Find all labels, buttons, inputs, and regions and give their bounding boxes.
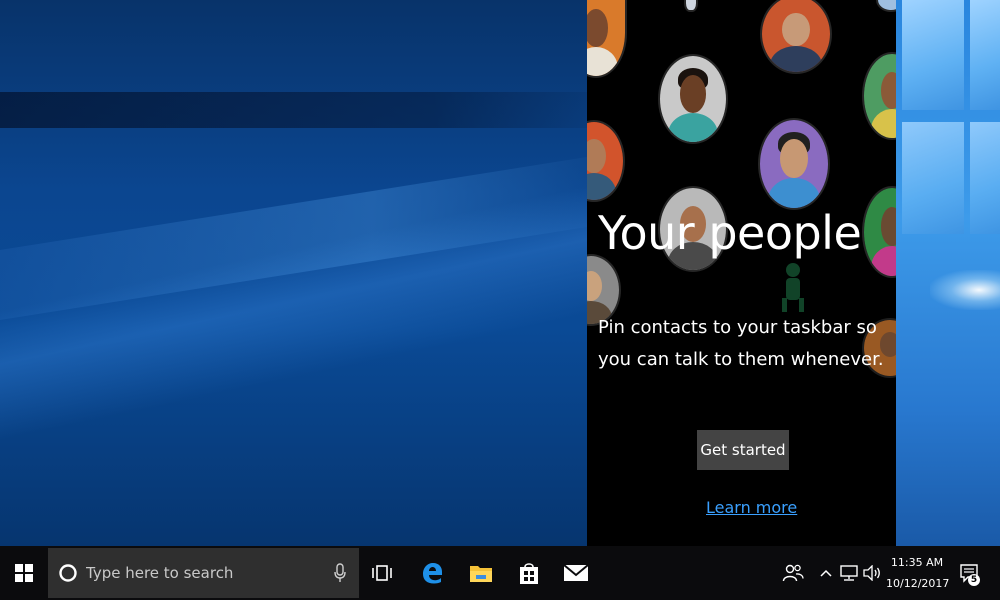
search-input[interactable]	[86, 548, 316, 598]
windows-logo-icon	[15, 564, 33, 582]
action-center-button[interactable]	[952, 546, 986, 600]
contact-avatar	[587, 0, 627, 78]
person-silhouette-icon	[782, 263, 804, 312]
edge-icon	[423, 563, 442, 584]
contact-avatar	[862, 52, 896, 140]
wallpaper-window-pane	[970, 122, 1000, 234]
network-tray-button[interactable]	[838, 546, 860, 600]
people-flyout: Your people Pin contacts to your taskbar…	[587, 0, 896, 546]
network-icon	[840, 565, 858, 581]
wallpaper-window-pane	[970, 0, 1000, 110]
task-view-button[interactable]	[359, 546, 405, 600]
contact-avatar	[760, 0, 832, 74]
learn-more-link[interactable]: Learn more	[706, 498, 797, 517]
wallpaper-window-pane	[902, 0, 964, 110]
wallpaper-light-beam	[0, 92, 620, 128]
contact-avatar	[862, 186, 896, 278]
wallpaper-light-flare	[930, 270, 1000, 310]
wallpaper-window-pane	[902, 122, 964, 234]
notification-count-badge: 5	[968, 574, 980, 586]
flyout-title: Your people	[598, 206, 862, 260]
contact-avatar	[876, 0, 896, 12]
chevron-up-icon	[820, 569, 832, 577]
desktop-screen: Your people Pin contacts to your taskbar…	[0, 0, 1000, 600]
contact-avatar	[684, 0, 698, 12]
people-icon	[782, 564, 804, 582]
microphone-icon[interactable]	[334, 563, 346, 583]
flyout-description: Pin contacts to your taskbar so you can …	[598, 317, 884, 370]
cortana-circle-icon	[59, 564, 77, 582]
store-taskbar-button[interactable]	[506, 546, 552, 600]
mail-taskbar-button[interactable]	[553, 546, 599, 600]
folder-icon	[470, 566, 492, 582]
edge-taskbar-button[interactable]	[409, 546, 455, 600]
file-explorer-taskbar-button[interactable]	[458, 546, 504, 600]
task-view-icon	[372, 565, 392, 581]
clock-time: 11:35 AM	[890, 556, 944, 569]
contact-avatar	[758, 118, 830, 210]
get-started-button[interactable]: Get started	[697, 430, 789, 470]
envelope-icon	[563, 564, 589, 581]
people-taskbar-button[interactable]	[776, 546, 810, 600]
contact-avatar	[587, 120, 625, 202]
clock-date: 10/12/2017	[886, 577, 950, 590]
volume-tray-button[interactable]	[861, 546, 883, 600]
volume-icon	[863, 565, 880, 581]
show-hidden-icons-button[interactable]	[816, 546, 836, 600]
contact-avatar	[658, 54, 728, 144]
start-button[interactable]	[0, 546, 48, 600]
wallpaper-light-beam-lower	[0, 151, 620, 320]
taskbar: 11:35 AM 10/12/2017 5	[0, 546, 1000, 600]
store-bag-icon	[520, 563, 538, 584]
taskbar-search-box[interactable]	[48, 548, 359, 598]
taskbar-clock[interactable]: 11:35 AM 10/12/2017	[886, 552, 950, 594]
